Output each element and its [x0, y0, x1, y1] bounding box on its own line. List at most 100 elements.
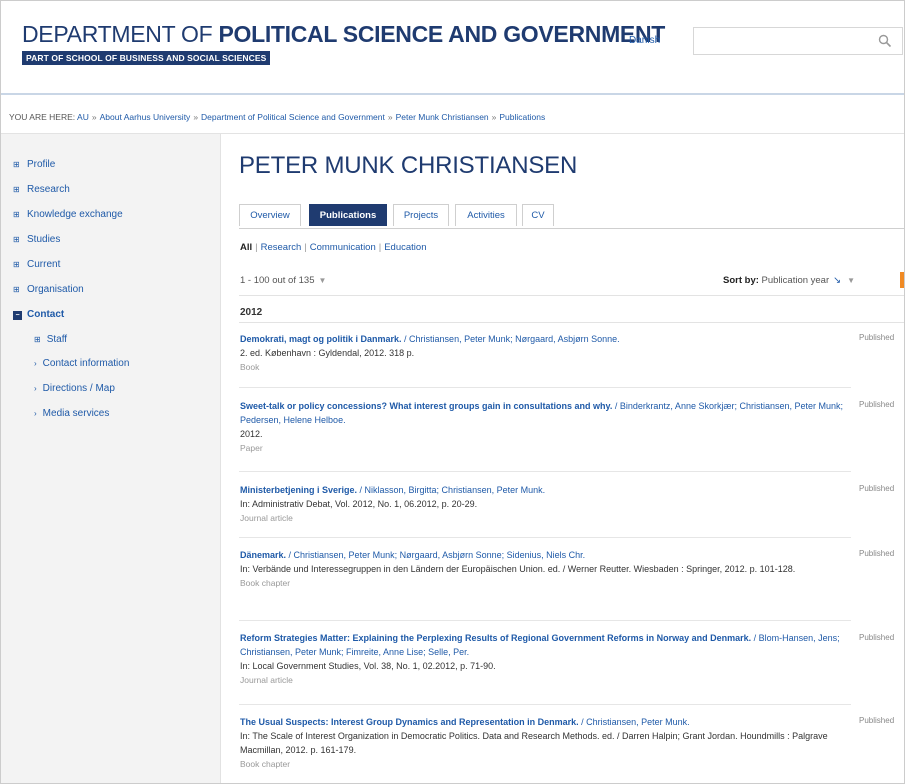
- publication-title-link[interactable]: Demokrati, magt og politik i Danmark.: [240, 334, 402, 344]
- publication-authors[interactable]: / Christiansen, Peter Munk; Nørgaard, As…: [286, 550, 586, 560]
- publication-type: Book chapter: [240, 578, 291, 588]
- breadcrumb-prefix: YOU ARE HERE:: [9, 112, 76, 122]
- sidebar-subitem-label: Media services: [42, 408, 110, 419]
- publication-status: Published: [859, 484, 895, 493]
- publication-title-link[interactable]: The Usual Suspects: Interest Group Dynam…: [240, 717, 579, 727]
- expand-icon: ⊞: [13, 210, 20, 219]
- publication-details: In: Verbände und Interessegruppen in den…: [240, 564, 796, 574]
- tab-projects[interactable]: Projects: [393, 204, 449, 226]
- sidebar-item-contact[interactable]: − Contact: [13, 309, 64, 320]
- sidebar-subitem-directions-map[interactable]: › Directions / Map: [34, 383, 115, 394]
- sidebar-subitem-staff[interactable]: ⊞ Staff: [34, 334, 67, 345]
- breadcrumb-item-publications[interactable]: Publications: [499, 112, 545, 122]
- sidebar-item-research[interactable]: ⊞ Research: [13, 184, 70, 195]
- publication-title-link[interactable]: Dänemark.: [240, 550, 286, 560]
- school-label[interactable]: PART OF SCHOOL OF BUSINESS AND SOCIAL SC…: [22, 51, 271, 65]
- publication-authors[interactable]: / Christiansen, Peter Munk.: [579, 717, 690, 727]
- filter-separator: |: [255, 242, 258, 253]
- chevron-right-icon: ›: [34, 359, 37, 368]
- sidebar-subitem-media-services[interactable]: › Media services: [34, 408, 109, 419]
- sidebar-item-knowledge-exchange[interactable]: ⊞ Knowledge exchange: [13, 209, 123, 220]
- publication-divider: [239, 537, 851, 538]
- sidebar-item-current[interactable]: ⊞ Current: [13, 259, 60, 270]
- publication-status: Published: [859, 633, 895, 642]
- publication-authors[interactable]: / Christiansen, Peter Munk; Nørgaard, As…: [402, 334, 620, 344]
- publication-title-link[interactable]: Reform Strategies Matter: Explaining the…: [240, 633, 751, 643]
- publication-authors[interactable]: / Niklasson, Birgitta; Christiansen, Pet…: [357, 485, 546, 495]
- tab-publications[interactable]: Publications: [309, 204, 387, 226]
- sort-by-label: Sort by:: [723, 275, 759, 286]
- sidebar-item-studies[interactable]: ⊞ Studies: [13, 234, 60, 245]
- breadcrumb-separator: »: [387, 112, 393, 122]
- sidebar-item-label: Contact: [27, 309, 65, 320]
- filter-communication[interactable]: Communication: [310, 242, 376, 253]
- department-title-bold[interactable]: POLITICAL SCIENCE AND GOVERNMENT: [218, 21, 665, 47]
- breadcrumb-separator: »: [491, 112, 497, 122]
- publication-type: Book: [240, 362, 260, 372]
- publication-item: Reform Strategies Matter: Explaining the…: [240, 631, 852, 687]
- publication-item: Demokrati, magt og politik i Danmark. / …: [240, 332, 852, 374]
- publication-details: In: The Scale of Interest Organization i…: [240, 731, 828, 755]
- sidebar-item-profile[interactable]: ⊞ Profile: [13, 159, 55, 170]
- breadcrumb-item-department[interactable]: Department of Political Science and Gove…: [201, 112, 385, 122]
- publication-details: In: Local Government Studies, Vol. 38, N…: [240, 661, 496, 671]
- list-divider: [239, 295, 904, 296]
- expand-icon: ⊞: [34, 335, 41, 344]
- chevron-right-icon: ›: [34, 384, 37, 393]
- publication-type: Paper: [240, 443, 263, 453]
- page-title: PETER MUNK CHRISTIANSEN: [239, 152, 578, 179]
- breadcrumb-item-about[interactable]: About Aarhus University: [100, 112, 191, 122]
- publication-status: Published: [859, 716, 895, 725]
- publication-type: Book chapter: [240, 759, 291, 769]
- sidebar-subitem-contact-information[interactable]: › Contact information: [34, 358, 129, 369]
- chevron-down-icon[interactable]: ▼: [847, 276, 855, 285]
- publication-status: Published: [859, 400, 895, 409]
- sidebar-item-organisation[interactable]: ⊞ Organisation: [13, 284, 84, 295]
- sidebar: ⊞ Profile ⊞ Research ⊞ Knowledge exchange ⊞…: [1, 134, 221, 783]
- language-link-danish[interactable]: Danish: [629, 35, 660, 46]
- rss-feed-icon[interactable]: [900, 272, 904, 288]
- sidebar-subitem-label: Contact information: [42, 358, 130, 369]
- search-icon[interactable]: [878, 34, 892, 48]
- tab-overview[interactable]: Overview: [239, 204, 301, 226]
- publication-item: Sweet-talk or policy concessions? What i…: [240, 399, 852, 455]
- filter-research[interactable]: Research: [261, 242, 302, 253]
- breadcrumb: YOU ARE HERE: AU» About Aarhus University…: [9, 112, 545, 122]
- tab-cv[interactable]: CV: [522, 204, 554, 226]
- publication-item: Ministerbetjening i Sverige. / Niklasson…: [240, 483, 852, 525]
- sidebar-item-label: Profile: [27, 159, 56, 170]
- publication-divider: [239, 387, 851, 388]
- expand-icon: ⊞: [13, 285, 20, 294]
- sidebar-item-label: Research: [27, 184, 70, 195]
- sort-direction-icon[interactable]: ↘: [833, 275, 841, 286]
- filter-bar: All | Research | Communication | Education: [240, 242, 426, 253]
- tab-activities[interactable]: Activities: [455, 204, 517, 226]
- breadcrumb-separator: »: [91, 112, 97, 122]
- header-divider: [1, 93, 904, 95]
- results-count-dropdown[interactable]: 1 - 100 out of 135 ▼: [240, 275, 326, 286]
- expand-icon: ⊞: [13, 235, 20, 244]
- site-header: DEPARTMENT OF POLITICAL SCIENCE AND GOVE…: [1, 1, 904, 93]
- sidebar-item-label: Studies: [27, 234, 61, 245]
- filter-all[interactable]: All: [240, 242, 252, 253]
- department-title-prefix[interactable]: DEPARTMENT OF: [22, 21, 218, 47]
- sort-by-value[interactable]: Publication year: [762, 275, 830, 286]
- year-heading: 2012: [240, 307, 263, 318]
- search-input[interactable]: [693, 27, 903, 55]
- chevron-right-icon: ›: [34, 409, 37, 418]
- publication-details: In: Administrativ Debat, Vol. 2012, No. …: [240, 499, 478, 509]
- publication-title-link[interactable]: Ministerbetjening i Sverige.: [240, 485, 357, 495]
- publication-type: Journal article: [240, 513, 293, 523]
- breadcrumb-separator: »: [193, 112, 199, 122]
- publication-title-link[interactable]: Sweet-talk or policy concessions? What i…: [240, 401, 612, 411]
- department-title[interactable]: DEPARTMENT OF POLITICAL SCIENCE AND GOVE…: [22, 21, 665, 48]
- expand-icon: ⊞: [13, 260, 20, 269]
- publication-divider: [239, 620, 851, 621]
- filter-education[interactable]: Education: [384, 242, 426, 253]
- breadcrumb-item-au[interactable]: AU: [77, 112, 89, 122]
- publication-details: 2. ed. København : Gyldendal, 2012. 318 …: [240, 348, 415, 358]
- publication-details: 2012.: [240, 429, 263, 439]
- sort-by-control[interactable]: Sort by: Publication year ↘ ▼: [723, 275, 855, 286]
- breadcrumb-item-person[interactable]: Peter Munk Christiansen: [396, 112, 489, 122]
- sidebar-subitem-label: Directions / Map: [42, 383, 115, 394]
